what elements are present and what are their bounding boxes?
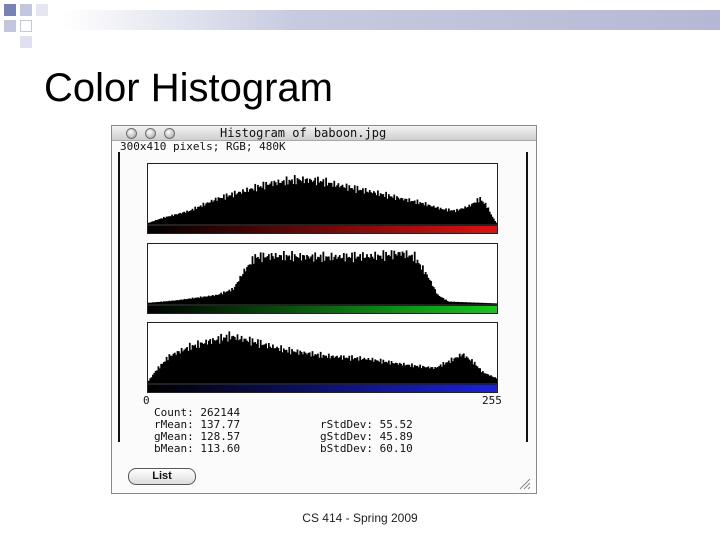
blue-ramp [147, 384, 498, 393]
red-bin-255 [495, 222, 497, 224]
green-ramp [147, 305, 498, 314]
red-ramp [147, 225, 498, 234]
stat-bmean: bMean: 113.60 [154, 442, 241, 455]
minimize-window-icon[interactable] [145, 128, 156, 139]
axis-min-label: 0 [143, 394, 150, 407]
blue-bin-255 [495, 378, 497, 383]
resize-grip-icon[interactable] [517, 478, 531, 490]
decor-square-6 [20, 36, 32, 48]
list-button[interactable]: List [128, 468, 196, 485]
decor-square-4 [4, 20, 16, 32]
window-titlebar[interactable]: Histogram of baboon.jpg [112, 126, 536, 141]
zoom-window-icon[interactable] [164, 128, 175, 139]
image-info: 300x410 pixels; RGB; 480K [120, 140, 286, 153]
blue-histogram [147, 322, 498, 384]
decor-square-5 [20, 20, 32, 32]
slide-title: Color Histogram [44, 66, 333, 110]
axis-max-label: 255 [482, 394, 502, 407]
left-border-line [118, 152, 120, 442]
green-histogram [147, 243, 498, 305]
histogram-window: Histogram of baboon.jpg 300x410 pixels; … [111, 125, 537, 494]
right-border-line [526, 152, 528, 442]
header-band [62, 10, 720, 30]
window-title: Histogram of baboon.jpg [220, 126, 387, 140]
decor-square-2 [20, 4, 32, 16]
stat-bstddev: bStdDev: 60.10 [320, 442, 413, 455]
slide-footer: CS 414 - Spring 2009 [302, 511, 418, 525]
close-window-icon[interactable] [126, 128, 137, 139]
decor-square-3 [36, 4, 48, 16]
red-histogram [147, 163, 498, 225]
green-bin-255 [495, 303, 497, 304]
decor-square-1 [4, 4, 16, 16]
